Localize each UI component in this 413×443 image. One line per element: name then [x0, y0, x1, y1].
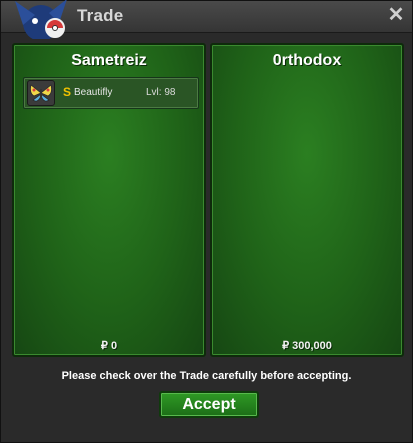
- accept-button[interactable]: Accept: [159, 391, 259, 418]
- title-bar[interactable]: Trade ✕: [1, 0, 412, 39]
- player-name-right: 0rthodox: [272, 52, 342, 69]
- pokemon-level: Lvl: 98: [146, 87, 176, 98]
- pokemon-name: Beautifly: [74, 87, 113, 98]
- money-right: ₽ 300,000: [282, 340, 332, 352]
- trade-notice: Please check over the Trade carefully be…: [61, 370, 352, 382]
- shiny-badge: S: [63, 85, 72, 99]
- trade-item-slot[interactable]: S Beautifly Lvl: 98: [23, 77, 199, 109]
- money-left: ₽ 0: [100, 340, 118, 352]
- trade-panel-left: Sametreiz S Beautifly Lvl: 98 ₽ 0: [12, 43, 206, 357]
- player-name-left: Sametreiz: [71, 52, 147, 69]
- beautifly-sprite-icon: [27, 80, 55, 106]
- trade-panel-right: 0rthodox ₽ 300,000: [210, 43, 404, 357]
- window-title: Trade: [77, 6, 124, 25]
- trade-window: Trade ✕ Sametreiz S Beautifly Lvl: 98 ₽ …: [0, 0, 413, 443]
- pokeball-logo-icon: [15, 0, 67, 39]
- close-icon[interactable]: ✕: [386, 5, 406, 25]
